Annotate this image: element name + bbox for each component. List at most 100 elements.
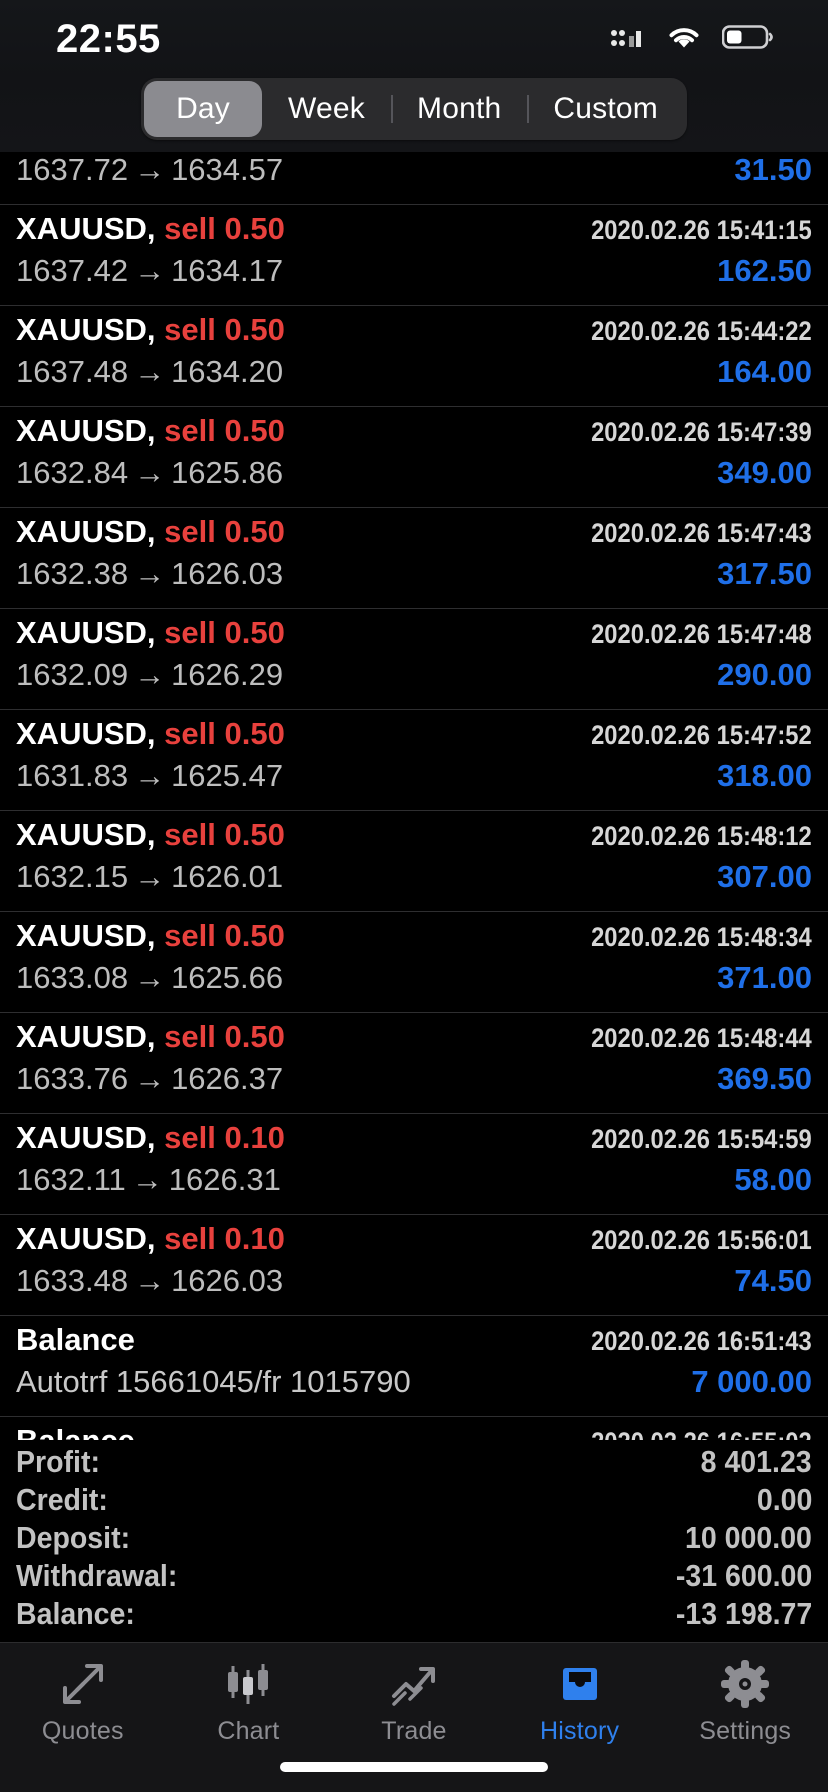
deal-profit: 307.00 xyxy=(717,859,812,894)
deal-time: 2020.02.26 15:48:12 xyxy=(591,821,812,851)
summary-value: 10 000.00 xyxy=(685,1520,812,1555)
deal-row[interactable]: XAUUSD, sell 0.50 2020.02.26 15:47:43 16… xyxy=(0,508,828,609)
deal-row[interactable]: XAUUSD, sell 0.50 2020.02.26 15:48:12 16… xyxy=(0,811,828,912)
deal-profit: 162.50 xyxy=(717,253,812,288)
deal-prices: 1637.48 → 1634.20 xyxy=(16,354,284,389)
deal-time: 2020.02.26 15:47:48 xyxy=(591,619,812,649)
balance-label: Balance xyxy=(16,1322,135,1357)
summary-value: -31 600.00 xyxy=(675,1558,812,1593)
period-tab-week[interactable]: Week xyxy=(262,81,391,137)
summary-label: Credit: xyxy=(16,1482,108,1517)
deal-time: 2020.02.26 15:56:01 xyxy=(591,1225,812,1255)
inbox-tray-icon xyxy=(554,1657,606,1711)
deal-prices: 1632.15 → 1626.01 xyxy=(16,859,284,894)
deal-row[interactable]: XAUUSD, sell 0.50 2020.02.26 15:47:39 16… xyxy=(0,407,828,508)
deal-time: 2020.02.26 15:54:59 xyxy=(591,1124,812,1154)
deal-symbol: XAUUSD, sell 0.50 xyxy=(16,312,285,347)
deal-symbol: XAUUSD, sell 0.50 xyxy=(16,615,285,650)
deal-prices: 1633.08 → 1625.66 xyxy=(16,960,284,995)
trend-arrow-icon xyxy=(388,1657,440,1711)
period-tab-day[interactable]: Day xyxy=(144,81,263,137)
quotes-arrows-icon xyxy=(57,1657,109,1711)
tab-label: Trade xyxy=(381,1717,447,1745)
balance-time: 2020.02.26 16:55:02 xyxy=(591,1427,812,1440)
tab-settings[interactable]: Settings xyxy=(663,1657,828,1746)
deal-row[interactable]: XAUUSD, sell 0.50 2020.02.26 15:48:34 16… xyxy=(0,912,828,1013)
summary-row-balance: Balance: -13 198.77 xyxy=(16,1596,812,1634)
deal-row[interactable]: XAUUSD, sell 0.50 2020.02.26 15:47:48 16… xyxy=(0,609,828,710)
tab-label: Settings xyxy=(699,1717,792,1745)
deal-symbol: XAUUSD, sell 0.10 xyxy=(16,1221,285,1256)
deal-prices: 1633.76 → 1626.37 xyxy=(16,1061,284,1096)
deal-row[interactable]: XAUUSD, sell 0.10 2020.02.26 15:54:59 16… xyxy=(0,1114,828,1215)
deal-time: 2020.02.26 15:48:34 xyxy=(591,922,812,952)
balance-label: Balance xyxy=(16,1423,135,1440)
deal-time: 2020.02.26 15:47:43 xyxy=(591,518,812,548)
balance-row[interactable]: Balance 2020.02.26 16:55:02 AutoTrf 1566… xyxy=(0,1417,828,1440)
status-bar-clock: 22:55 xyxy=(56,16,161,61)
deal-row[interactable]: XAUUSD, sell 0.50 2020.02.26 15:48:44 16… xyxy=(0,1013,828,1114)
tab-history[interactable]: History xyxy=(497,1657,662,1746)
summary-row-credit: Credit: 0.00 xyxy=(16,1482,812,1520)
tab-chart[interactable]: Chart xyxy=(166,1657,331,1746)
deal-row[interactable]: XAUUSD, sell 0.50 2020.02.26 15:47:52 16… xyxy=(0,710,828,811)
app-window: 22:55 Day Week Month Custom 1637.72 → 16… xyxy=(0,0,828,1792)
deal-row[interactable]: XAUUSD, sell 0.10 2020.02.26 15:56:01 16… xyxy=(0,1215,828,1316)
summary-value: 0.00 xyxy=(756,1482,812,1517)
deal-profit: 369.50 xyxy=(717,1061,812,1096)
summary-row-deposit: Deposit: 10 000.00 xyxy=(16,1520,812,1558)
deal-profit: 371.00 xyxy=(717,960,812,995)
tab-quotes[interactable]: Quotes xyxy=(0,1657,165,1746)
deal-time: 2020.02.26 15:41:15 xyxy=(591,215,812,245)
deal-profit: 349.00 xyxy=(717,455,812,490)
summary-row-withdrawal: Withdrawal: -31 600.00 xyxy=(16,1558,812,1596)
summary-label: Withdrawal: xyxy=(16,1558,178,1593)
balance-amount: 7 000.00 xyxy=(691,1364,812,1399)
period-tab-custom[interactable]: Custom xyxy=(527,81,684,137)
status-bar: 22:55 xyxy=(0,0,828,78)
deal-symbol: XAUUSD, sell 0.50 xyxy=(16,413,285,448)
deal-symbol: XAUUSD, sell 0.10 xyxy=(16,1120,285,1155)
deal-time: 2020.02.26 15:44:22 xyxy=(591,316,812,346)
deal-time: 2020.02.26 15:47:52 xyxy=(591,720,812,750)
deal-profit: 74.50 xyxy=(734,1263,812,1298)
deal-profit: 31.50 xyxy=(734,152,812,187)
gear-icon xyxy=(719,1657,771,1711)
wifi-icon xyxy=(664,22,704,57)
tab-trade[interactable]: Trade xyxy=(331,1657,496,1746)
deal-symbol: XAUUSD, sell 0.50 xyxy=(16,817,285,852)
history-deal-list[interactable]: 1637.72 → 1634.57 31.50 XAUUSD, sell 0.50 … xyxy=(0,152,828,1440)
deal-prices: 1631.83 → 1625.47 xyxy=(16,758,284,793)
period-segmented-control[interactable]: Day Week Month Custom xyxy=(141,78,687,140)
home-indicator xyxy=(280,1762,548,1772)
period-tab-month[interactable]: Month xyxy=(391,81,527,137)
deal-profit: 164.00 xyxy=(717,354,812,389)
deal-row[interactable]: XAUUSD, sell 0.50 2020.02.26 15:41:15 16… xyxy=(0,205,828,306)
deal-prices: 1632.84 → 1625.86 xyxy=(16,455,284,490)
balance-time: 2020.02.26 16:51:43 xyxy=(591,1326,812,1356)
deal-prices: 1632.11 → 1626.31 xyxy=(16,1162,281,1197)
deal-symbol: XAUUSD, sell 0.50 xyxy=(16,716,285,751)
deal-prices: 1632.38 → 1626.03 xyxy=(16,556,284,591)
tab-label: History xyxy=(539,1717,620,1745)
cellular-signal-icon xyxy=(610,23,646,56)
deal-symbol: XAUUSD, sell 0.50 xyxy=(16,918,285,953)
balance-description: Autotrf 15661045/fr 1015790 xyxy=(16,1364,411,1399)
summary-value: 8 401.23 xyxy=(700,1444,812,1479)
status-bar-icons xyxy=(610,22,774,57)
summary-label: Profit: xyxy=(16,1444,100,1479)
deal-prices: 1637.72 → 1634.57 xyxy=(16,152,284,187)
deal-profit: 290.00 xyxy=(717,657,812,692)
candlestick-icon xyxy=(222,1657,274,1711)
deal-prices: 1632.09 → 1626.29 xyxy=(16,657,284,692)
deal-profit: 317.50 xyxy=(717,556,812,591)
deal-symbol: XAUUSD, sell 0.50 xyxy=(16,514,285,549)
balance-row[interactable]: Balance 2020.02.26 16:51:43 Autotrf 1566… xyxy=(0,1316,828,1417)
deal-prices: 1637.42 → 1634.17 xyxy=(16,253,284,288)
summary-label: Deposit: xyxy=(16,1520,131,1555)
summary-row-profit: Profit: 8 401.23 xyxy=(16,1444,812,1482)
deal-row[interactable]: XAUUSD, sell 0.50 2020.02.26 15:44:22 16… xyxy=(0,306,828,407)
deal-row[interactable]: 1637.72 → 1634.57 31.50 xyxy=(0,152,828,205)
deal-time: 2020.02.26 15:48:44 xyxy=(591,1023,812,1053)
deal-symbol: XAUUSD, sell 0.50 xyxy=(16,1019,285,1054)
